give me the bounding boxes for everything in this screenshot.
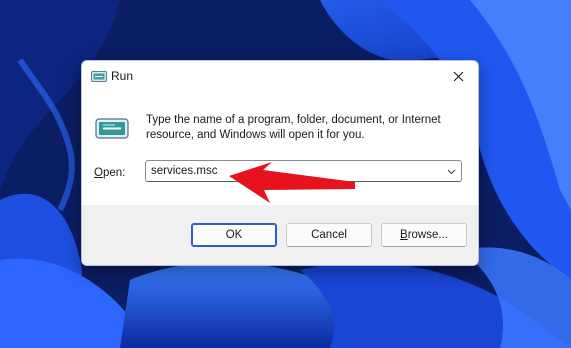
open-input[interactable]: services.msc: [151, 164, 217, 179]
browse-button[interactable]: Browse...: [381, 223, 467, 247]
open-label-text: pen:: [102, 167, 126, 179]
open-label: Open:: [94, 166, 125, 181]
window-title: Run: [111, 69, 134, 83]
run-description: Type the name of a program, folder, docu…: [146, 114, 441, 141]
browse-mnemonic: B: [400, 229, 408, 241]
close-button[interactable]: [438, 61, 478, 91]
run-dialog: Run Type the name of a program, folder, …: [81, 60, 479, 266]
cancel-button[interactable]: Cancel: [286, 223, 372, 247]
browse-label: rowse...: [407, 229, 448, 241]
run-app-icon: [91, 71, 107, 82]
run-program-icon: [95, 118, 129, 139]
chevron-down-icon[interactable]: [446, 166, 457, 177]
ok-button[interactable]: OK: [191, 223, 277, 247]
close-icon: [453, 71, 463, 81]
open-label-mnemonic: O: [94, 167, 103, 179]
open-combobox[interactable]: services.msc: [145, 160, 462, 182]
title-bar[interactable]: Run: [82, 61, 478, 91]
